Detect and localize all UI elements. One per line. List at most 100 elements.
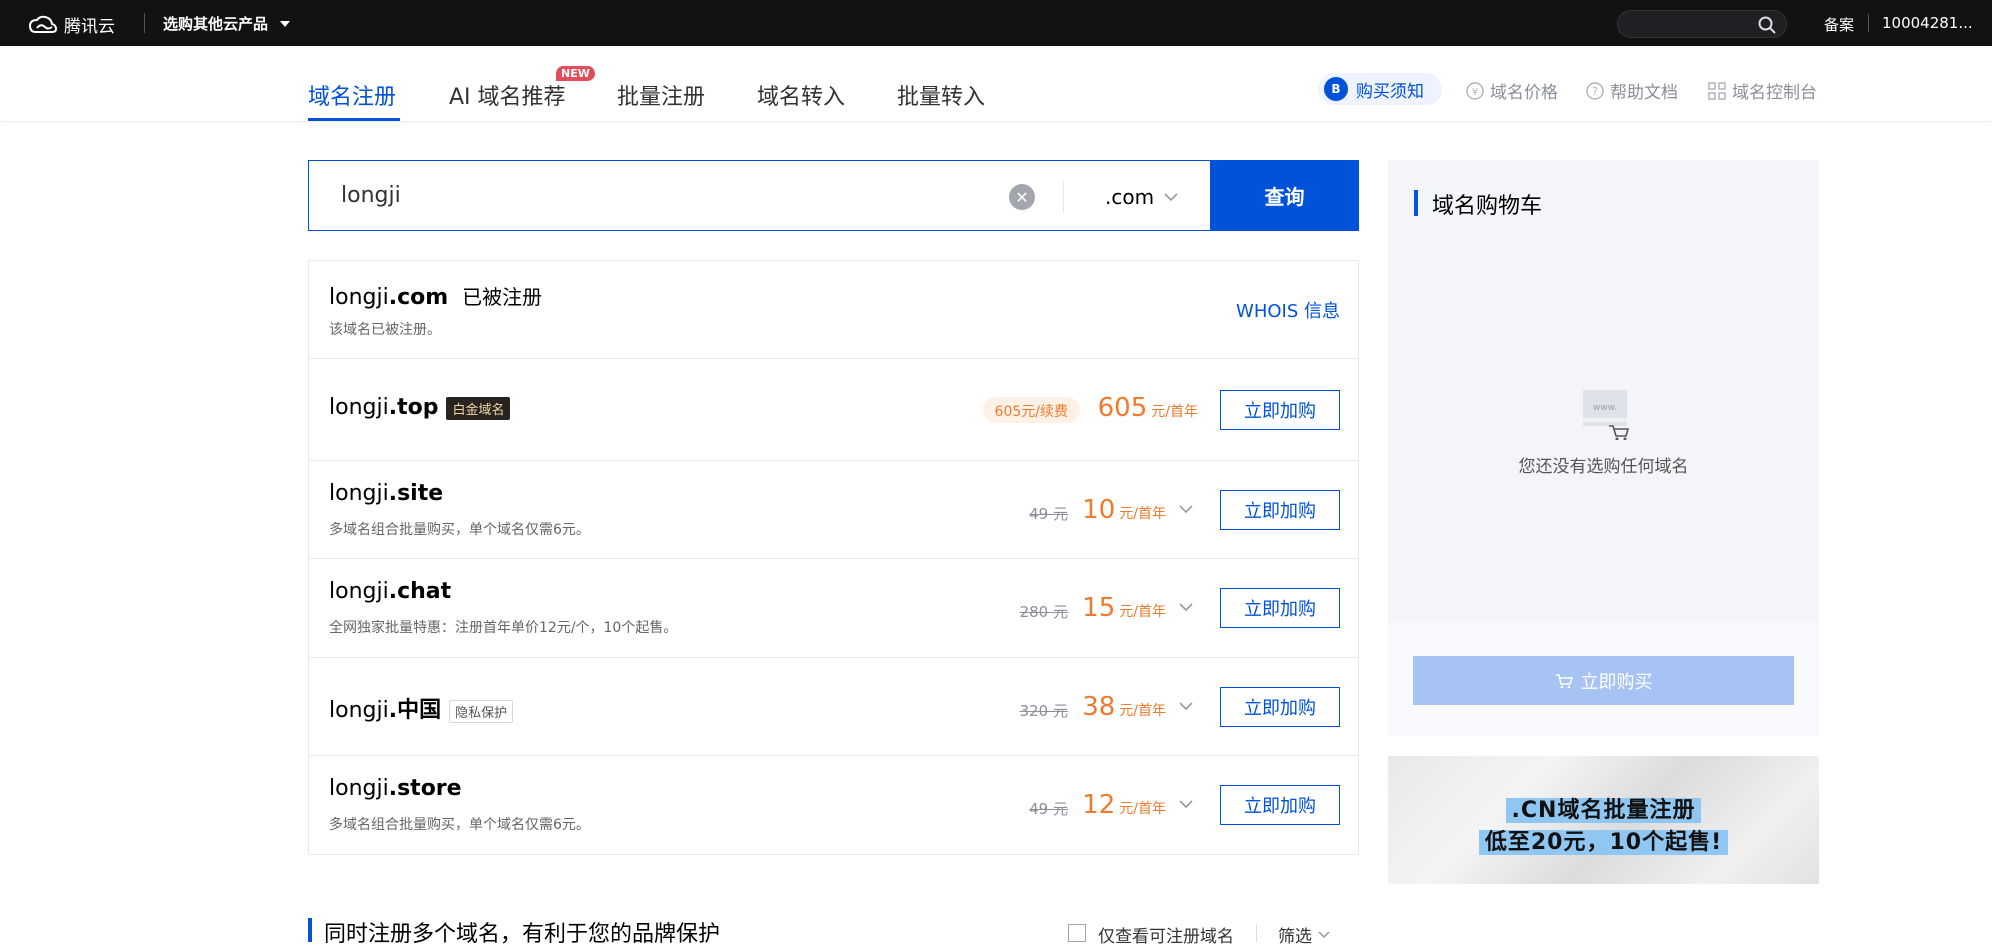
cloud-logo-icon [28,15,58,33]
chevron-down-icon[interactable] [1179,800,1193,808]
price-unit: 元/首年 [1119,604,1166,620]
yen-icon: ¥ [1466,81,1484,100]
price-unit: 元/首年 [1119,506,1166,522]
result-subtext: 多域名组合批量购买，单个域名仅需6元。 [329,522,590,538]
topbar-divider [1868,14,1869,32]
first-year-price: 10 元/首年 [1082,495,1166,525]
add-to-cart-button[interactable]: 立即加购 [1220,390,1340,430]
first-year-price: 605 元/首年 [1098,393,1198,423]
result-row-cn-chinese: longji.中国 隐私保护 320 元 38 元/首年 立即加购 [309,658,1358,756]
original-price: 280 元 [1019,603,1068,621]
chevron-down-icon[interactable] [1179,603,1193,611]
empty-cart-text: 您还没有选购任何域名 [1518,457,1689,477]
record-link[interactable]: 备案 [1824,14,1854,35]
chevron-down-icon [1318,931,1330,938]
section-accent-bar [308,918,312,942]
svg-text:?: ? [1592,85,1598,98]
domain-tld: .site [388,481,444,506]
price-value: 10 [1082,495,1116,525]
result-domain: longji.site [329,481,443,506]
result-row-site: longji.site 多域名组合批量购买，单个域名仅需6元。 49 元 10 元… [309,461,1358,559]
domain-search-box: longji ✕ .com 查询 [308,160,1359,231]
banner-line-2: 低至20元，10个起售! [1388,824,1819,856]
cart-icon [1555,673,1573,688]
tld-select[interactable]: .com [1105,185,1178,209]
renew-price-badge: 605元/续费 [982,397,1080,423]
section-heading: 同时注册多个域名，有利于您的品牌保护 [324,922,721,947]
result-row-store: longji.store 多域名组合批量购买，单个域名仅需6元。 49 元 12… [309,756,1358,854]
available-only-label[interactable]: 仅查看可注册域名 [1098,922,1234,947]
add-to-cart-button[interactable]: 立即加购 [1220,588,1340,628]
cn-promo-banner[interactable]: .CN域名批量注册 低至20元，10个起售! [1388,756,1819,884]
original-price: 320 元 [1019,702,1068,720]
search-icon[interactable] [1758,16,1776,34]
result-domain: longji.store [329,776,462,801]
title-accent-bar [1414,190,1418,216]
result-row-com: longji.com 已被注册 该域名已被注册。 WHOIS 信息 [309,261,1358,359]
purchase-notice-button[interactable]: B 购买须知 [1318,73,1442,105]
other-products-label: 选购其他云产品 [163,15,269,33]
purchase-notice-label: 购买须知 [1356,81,1424,102]
platinum-tag: 白金域名 [446,396,511,420]
logo-text: 腾讯云 [64,17,115,37]
add-to-cart-button[interactable]: 立即加购 [1220,785,1340,825]
price-unit: 元/首年 [1119,703,1166,719]
registered-status: 已被注册 [462,285,543,309]
tab-ai-domain-recommend[interactable]: AI 域名推荐 [449,79,566,111]
available-only-checkbox[interactable] [1068,924,1086,942]
original-price: 49 元 [1029,505,1068,523]
banner-line-2-text: 低至20元，10个起售! [1478,830,1729,855]
tld-select-value: .com [1105,185,1155,209]
domain-name: longji [329,579,389,604]
help-docs-label: 帮助文档 [1610,83,1678,103]
tab-batch-register[interactable]: 批量注册 [617,79,705,111]
domain-tld: .top [388,395,439,420]
result-subtext: 该域名已被注册。 [329,322,441,338]
clear-icon[interactable]: ✕ [1009,184,1035,210]
privacy-tag: 隐私保护 [449,699,514,723]
active-tab-indicator [308,118,400,121]
price-value: 12 [1082,790,1116,820]
domain-search-input[interactable]: longji [341,183,401,208]
help-docs-link[interactable]: ? 帮助文档 [1586,78,1678,103]
result-row-top: longji.top 白金域名 605元/续费 605 元/首年 立即加购 [309,359,1358,461]
domain-tld: .中国 [388,698,442,723]
buy-now-button[interactable]: 立即购买 [1413,656,1794,705]
chevron-down-icon[interactable] [1179,505,1193,513]
notice-icon: B [1324,77,1348,101]
grid-icon [1708,81,1726,100]
first-year-price: 12 元/首年 [1082,790,1166,820]
other-products-menu[interactable]: 选购其他云产品 [163,13,291,34]
chevron-down-icon [1164,193,1178,201]
original-price: 49 元 [1029,800,1068,818]
price-unit: 元/首年 [1119,801,1166,817]
top-bar: 腾讯云 选购其他云产品 备案 10004281... [0,0,1992,46]
banner-line-1: .CN域名批量注册 [1388,792,1819,824]
search-button[interactable]: 查询 [1210,160,1359,231]
price-value: 15 [1082,593,1116,623]
tab-domain-transfer[interactable]: 域名转入 [757,79,845,111]
tencent-cloud-logo[interactable]: 腾讯云 [28,12,115,37]
domain-price-link[interactable]: ¥ 域名价格 [1466,78,1558,103]
tab-batch-transfer[interactable]: 批量转入 [897,79,985,111]
caret-down-icon [280,20,291,27]
account-menu[interactable]: 10004281... [1882,14,1973,32]
whois-link[interactable]: WHOIS 信息 [1236,297,1340,323]
chevron-down-icon[interactable] [1179,702,1193,710]
empty-cart-icon: www. [1583,390,1630,440]
result-domain: longji.com 已被注册 [329,281,542,310]
domain-console-link[interactable]: 域名控制台 [1708,78,1817,103]
banner-line-1-text: .CN域名批量注册 [1505,798,1702,823]
filter-dropdown[interactable]: 筛选 [1278,922,1330,947]
result-subtext: 多域名组合批量购买，单个域名仅需6元。 [329,817,590,833]
first-year-price: 38 元/首年 [1082,692,1166,722]
new-badge: NEW [556,66,595,81]
domain-cart-panel: 域名购物车 www. 您还没有选购任何域名 立即购买 [1388,160,1819,736]
result-row-chat: longji.chat 全网独家批量特惠：注册首年单价12元/个，10个起售。 … [309,559,1358,658]
help-icon: ? [1586,81,1604,100]
add-to-cart-button[interactable]: 立即加购 [1220,687,1340,727]
tab-domain-register[interactable]: 域名注册 [308,79,396,111]
add-to-cart-button[interactable]: 立即加购 [1220,490,1340,530]
domain-results-list: longji.com 已被注册 该域名已被注册。 WHOIS 信息 longji.… [308,260,1359,855]
topbar-search-input[interactable] [1617,10,1787,38]
